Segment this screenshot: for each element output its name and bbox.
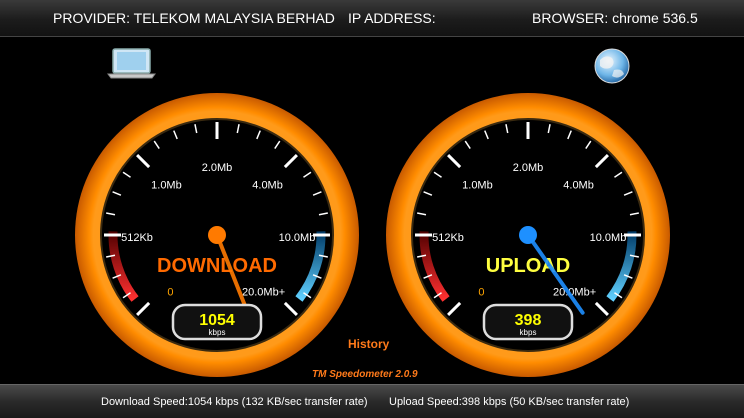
tick-label: 1.0Mb bbox=[462, 179, 493, 191]
tick-label: 0 bbox=[478, 287, 484, 299]
tick-label: 4.0Mb bbox=[252, 179, 283, 191]
speedometer-app: PROVIDER: TELEKOM MALAYSIA BERHAD IP ADD… bbox=[0, 0, 744, 418]
tick-label: 2.0Mb bbox=[513, 162, 544, 174]
provider-text: PROVIDER: TELEKOM MALAYSIA BERHAD bbox=[53, 10, 335, 26]
upload-gauge: 0 512Kb 1.0Mb 2.0Mb 4.0Mb 10.0Mb 20.0Mb+ UPLOAD… bbox=[383, 90, 673, 380]
ip-address-text: IP ADDRESS: bbox=[348, 10, 436, 26]
browser-text: BROWSER: chrome 536.5 bbox=[532, 10, 698, 26]
history-link[interactable]: History bbox=[348, 337, 389, 351]
tick-label: 4.0Mb bbox=[563, 179, 594, 191]
info-bar: PROVIDER: TELEKOM MALAYSIA BERHAD IP ADD… bbox=[0, 0, 744, 37]
tick-label: 20.0Mb+ bbox=[242, 287, 285, 299]
download-gauge: 0 512Kb 1.0Mb 2.0Mb 4.0Mb 10.0Mb 20.0Mb+ DOWNLO… bbox=[72, 90, 362, 380]
tick-label: 10.0Mb bbox=[590, 232, 627, 244]
download-title: DOWNLOAD bbox=[157, 255, 277, 277]
upload-unit: kbps bbox=[520, 328, 537, 337]
tick-label: 0 bbox=[167, 287, 173, 299]
tick-label: 512Kb bbox=[121, 232, 153, 244]
download-speed-text: Download Speed:1054 kbps (132 KB/sec tra… bbox=[101, 396, 368, 408]
upload-speed-text: Upload Speed:398 kbps (50 KB/sec transfe… bbox=[389, 396, 630, 408]
tick-label: 10.0Mb bbox=[279, 232, 316, 244]
tick-label: 1.0Mb bbox=[151, 179, 182, 191]
version-label: TM Speedometer 2.0.9 bbox=[312, 369, 418, 380]
download-unit: kbps bbox=[209, 328, 226, 337]
upload-needle-hub bbox=[519, 226, 537, 244]
tick-label: 512Kb bbox=[432, 232, 464, 244]
connection-diagram bbox=[107, 48, 630, 84]
download-value: 1054 bbox=[199, 312, 235, 329]
globe-icon bbox=[594, 48, 630, 84]
tick-label: 2.0Mb bbox=[202, 162, 233, 174]
tick-label: 20.0Mb+ bbox=[553, 287, 596, 299]
laptop-icon bbox=[107, 48, 156, 79]
download-needle-hub bbox=[208, 226, 226, 244]
status-bar: Download Speed:1054 kbps (132 KB/sec tra… bbox=[0, 384, 744, 418]
upload-value: 398 bbox=[515, 312, 542, 329]
